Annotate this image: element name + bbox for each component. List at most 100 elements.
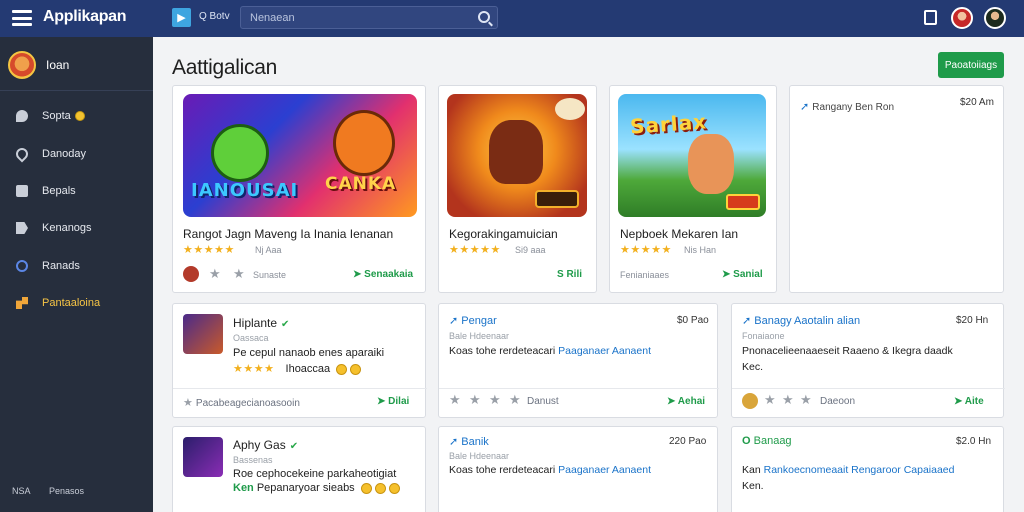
card-footer-label: Pacabeagecianoasooin <box>195 398 300 409</box>
rating-stars: ★★★★★ <box>183 244 235 256</box>
offer-description-2: Ken. <box>742 480 764 492</box>
avatar[interactable] <box>951 7 973 29</box>
price-label[interactable]: Dilai <box>388 396 409 407</box>
play-store-icon[interactable]: ▶ <box>172 8 191 27</box>
sidebar-item-label: Ranads <box>42 260 80 272</box>
rating-stars: ★★★★★ <box>449 244 501 256</box>
rating-count: Nj Aaa <box>255 245 282 255</box>
sidebar-item-sopta[interactable]: Sopta <box>16 110 85 122</box>
offer-link[interactable]: Paaganaer Aanaent <box>558 464 651 476</box>
app-icon <box>183 314 223 354</box>
offer-title[interactable]: Pengar <box>461 315 496 327</box>
app-card[interactable]: Aphy Gas ✔ Bassenas Roe cephocekeine park… <box>172 426 426 512</box>
offer-subtitle: Bale Hdeenaar <box>449 451 510 461</box>
offer-title[interactable]: Banik <box>461 436 489 448</box>
app-title: Applikapan <box>43 8 127 25</box>
price-label[interactable]: S Rili <box>557 269 582 280</box>
game-title: Nepboek Mekaren Ian <box>620 227 739 241</box>
arrow-icon: ➤ <box>353 269 365 280</box>
app-description-2: Ihoaccaa <box>285 363 331 375</box>
banner-title: Sarlax <box>629 109 708 139</box>
offer-card[interactable]: ➚ Banik 220 Pao Bale Hdeenaar Koas tohe … <box>438 426 718 512</box>
star-icon[interactable]: ★ <box>764 392 776 408</box>
search-icon <box>16 260 28 272</box>
app-title: Hiplante <box>233 316 278 330</box>
app-icon <box>183 437 223 477</box>
app-description: Pe cepul nanaob enes aparaiki <box>233 347 385 359</box>
primary-action-button[interactable]: Paoatoiiags <box>938 52 1004 78</box>
offer-card[interactable]: O Banaag $2.0 Hn Kan Rankoecnomeaait Ren… <box>731 426 1004 512</box>
banner-title: IANOUSAI <box>191 180 299 201</box>
game-card[interactable]: IANOUSAI CANKA Rangot Jagn Maveng Ia Ina… <box>172 85 426 293</box>
chat-icon <box>16 110 28 122</box>
star-icon[interactable]: ★ <box>509 392 521 408</box>
sidebar-item-danoday[interactable]: Danoday <box>13 145 87 163</box>
offer-price: $0 Pao <box>677 315 709 326</box>
arrow-icon: ➤ <box>377 396 389 407</box>
offer-title[interactable]: Banagy Aaotalin alian <box>754 315 860 327</box>
divider <box>732 388 1005 389</box>
star-icon[interactable]: ★ <box>800 392 812 408</box>
offer-description: Pnonacelieenaaeseit Raaeno & Ikegra daad… <box>742 345 953 357</box>
user-avatar[interactable] <box>984 7 1006 29</box>
game-banner: IANOUSAI CANKA <box>183 94 417 217</box>
star-icon[interactable]: ★ <box>233 266 245 282</box>
key-icon <box>16 297 28 309</box>
offer-title[interactable]: Banaag <box>754 435 792 447</box>
card-footer-label: Fenianiaaes <box>620 270 670 280</box>
app-description-2: Pepanaryoar sieabs <box>256 482 355 494</box>
page-title: Aattigalican <box>172 56 277 79</box>
sidebar-item-label: Bepals <box>42 185 76 197</box>
arrow-icon: ➤ <box>954 396 965 407</box>
deal-card[interactable]: ➚ Rangany Ben Ron $20 Am <box>789 85 1004 293</box>
offer-card[interactable]: ➚ Banagy Aaotalin alian $20 Hn Fonaiaone… <box>731 303 1005 418</box>
box-icon <box>16 185 28 197</box>
price-label[interactable]: Senaakaia <box>364 269 413 280</box>
sidebar-item-label: Danoday <box>42 148 87 160</box>
menu-icon[interactable] <box>12 10 32 26</box>
search-input[interactable] <box>240 6 498 29</box>
price-label[interactable]: Aehai <box>678 396 705 407</box>
offer-subtitle: Bale Hdeenaar <box>449 331 510 341</box>
game-card[interactable]: Kegorakingamuician ★★★★★ Si9 aaa S Rili <box>438 85 597 293</box>
game-title: Rangot Jagn Maveng Ia Inania Ienanan <box>183 227 394 241</box>
price-label[interactable]: Aite <box>965 396 984 407</box>
game-card[interactable]: Sarlax Nepboek Mekaren Ian ★★★★★ Nis Han… <box>609 85 777 293</box>
emoji-icon <box>374 482 386 494</box>
game-banner: Sarlax <box>618 94 766 217</box>
link-icon: ➚ <box>800 101 813 113</box>
app-title: Aphy Gas <box>233 438 286 452</box>
offer-card[interactable]: ➚ Pengar $0 Pao Bale Hdeenaar Koas tohe … <box>438 303 719 418</box>
pin-icon <box>13 145 31 163</box>
verified-icon: ✔ <box>281 319 290 330</box>
rating-stars: ★★★★★ <box>620 244 672 256</box>
star-icon[interactable]: ★ <box>209 266 221 282</box>
sidebar-item-label: Sopta <box>42 110 71 122</box>
top-bar: Applikapan ▶ Q Botv <box>0 0 1024 37</box>
sidebar-profile[interactable]: Ioan <box>8 51 69 79</box>
rating-stars: ★★★★ <box>233 363 275 375</box>
star-icon[interactable]: ★ <box>449 392 461 408</box>
notifications-icon[interactable] <box>924 10 937 25</box>
deal-price: $20 Am <box>960 97 994 108</box>
sidebar-item-kenanogs[interactable]: Kenanogs <box>16 222 92 234</box>
sidebar-footer[interactable]: NSA Penasos <box>12 486 84 496</box>
sidebar-item-ranads[interactable]: Ranads <box>16 260 80 272</box>
star-icon[interactable]: ★ <box>489 392 501 408</box>
star-icon[interactable]: ★ <box>469 392 481 408</box>
sidebar-item-bepals[interactable]: Bepals <box>16 185 76 197</box>
offer-description: Koas tohe rerdeteacari <box>449 464 556 476</box>
rating-count: Si9 aaa <box>515 245 546 255</box>
sidebar-item-pantaaloina[interactable]: Pantaaloina <box>16 297 100 309</box>
offer-link[interactable]: Paaganaer Aanaent <box>558 345 651 357</box>
star-icon[interactable]: ★ <box>782 392 794 408</box>
price-label[interactable]: Sanial <box>733 269 762 280</box>
divider <box>439 388 719 389</box>
search-icon[interactable] <box>478 11 490 23</box>
arrow-icon: ➤ <box>667 396 678 407</box>
star-icon[interactable]: ★ <box>183 397 196 409</box>
offer-link[interactable]: Rankoecnomeaait Rengaroor Capaiaaed <box>764 464 955 476</box>
card-footer-label: Danust <box>527 396 559 407</box>
app-card[interactable]: Hiplante ✔ Oassaca Pe cepul nanaob enes a… <box>172 303 427 418</box>
divider <box>0 90 153 91</box>
